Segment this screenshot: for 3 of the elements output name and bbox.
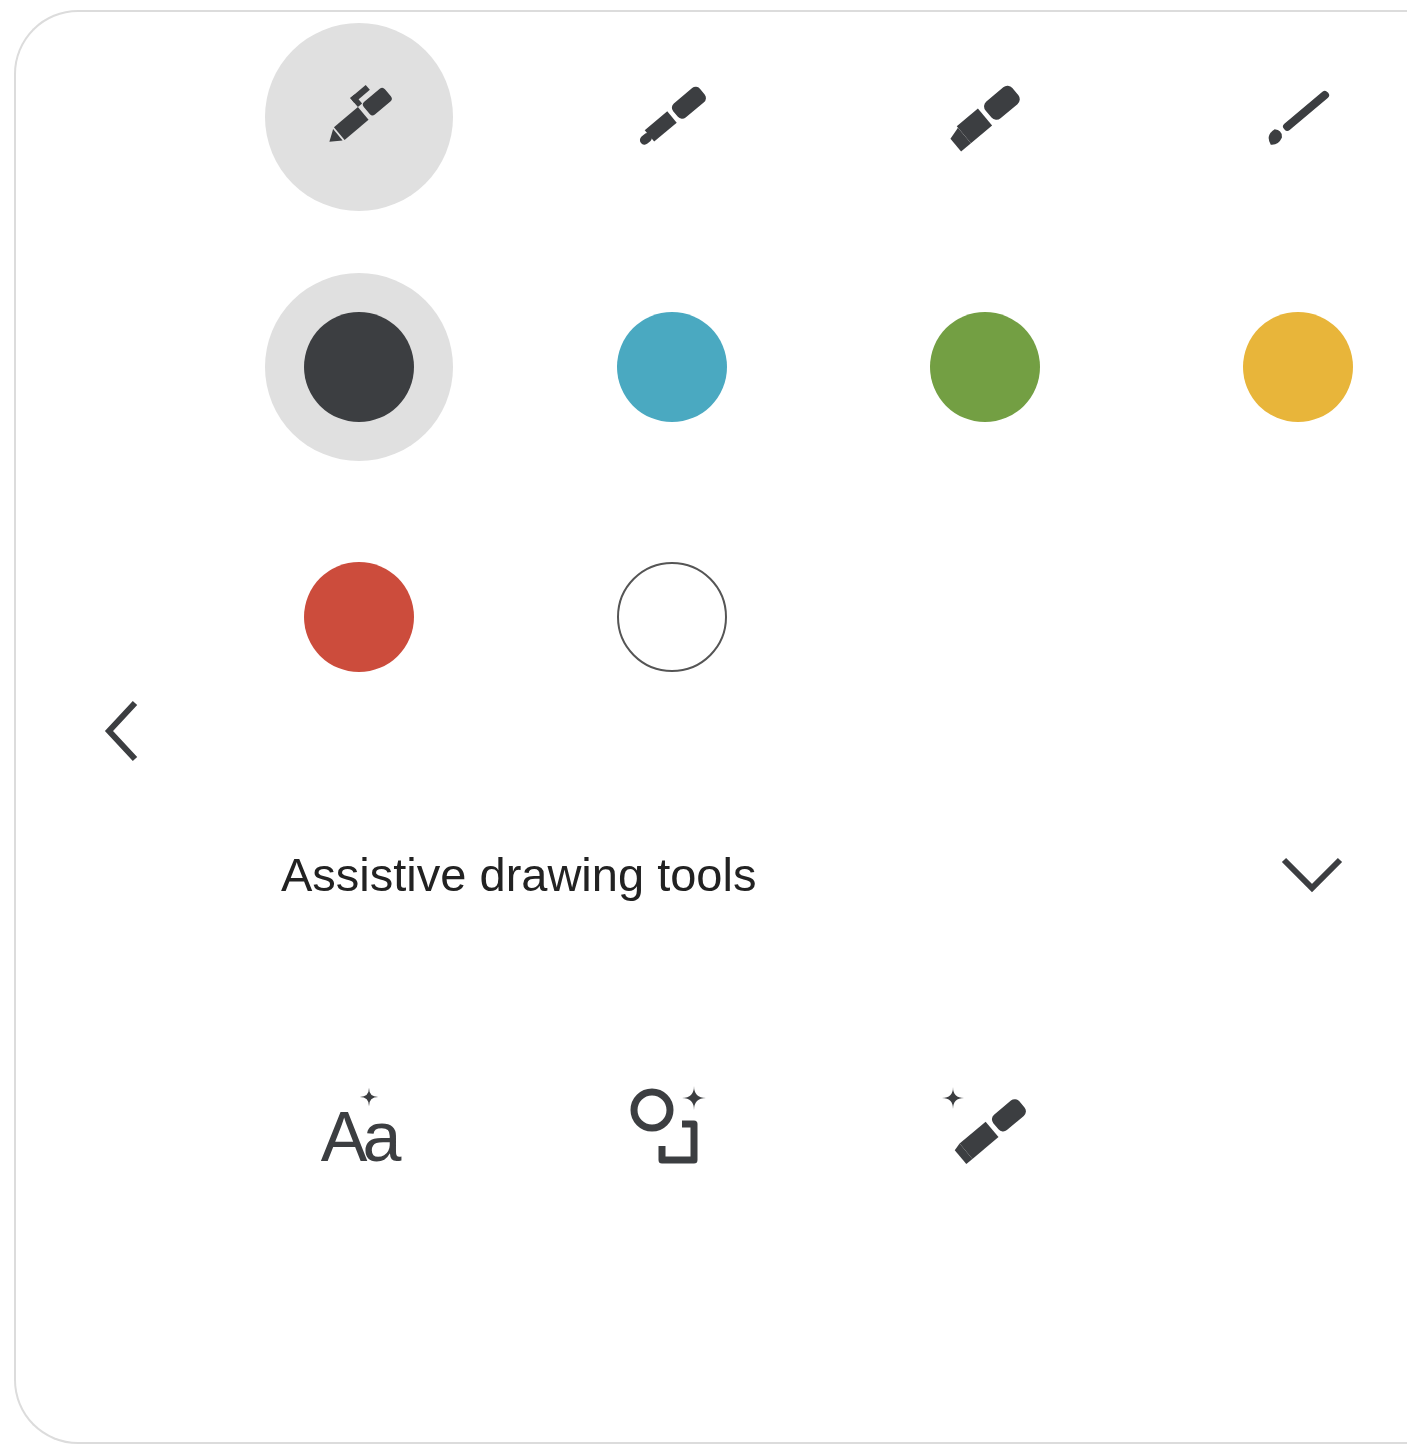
section-title: Assistive drawing tools [281, 846, 758, 902]
text-style-label: Aa [320, 1109, 397, 1165]
assistive-tool-button[interactable]: Aa [264, 1032, 453, 1220]
